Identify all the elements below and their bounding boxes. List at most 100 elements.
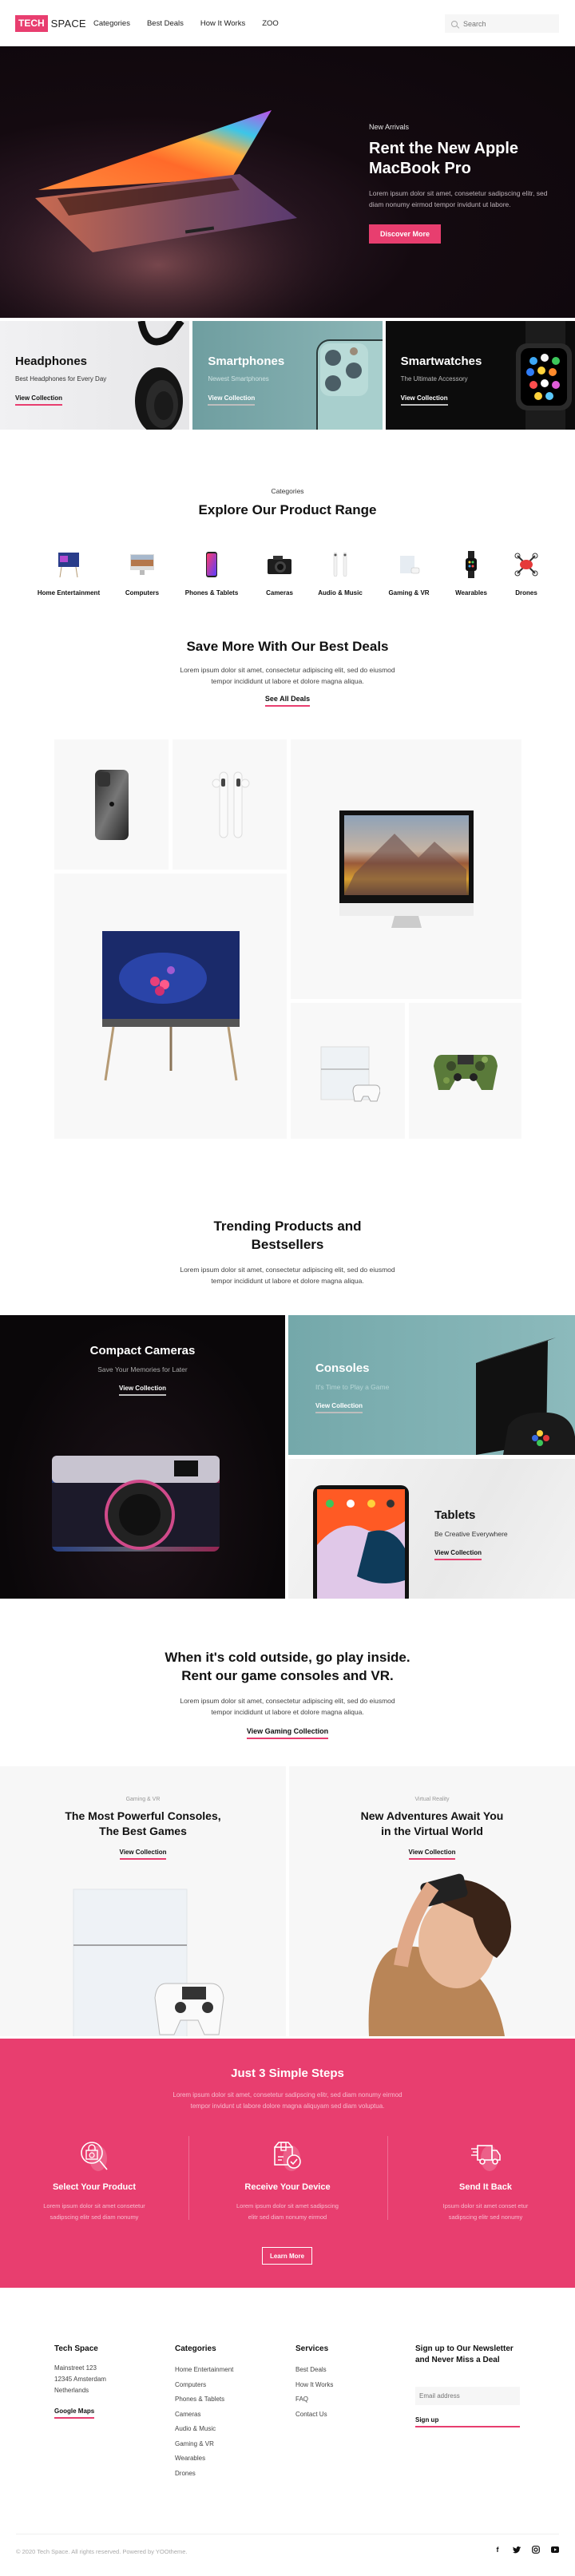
footer-link-best-deals[interactable]: Best Deals: [295, 2366, 327, 2373]
steps-list: Select Your Product Lorem ipsum dolor si…: [0, 2133, 575, 2221]
card-compact-cameras[interactable]: Compact Cameras Save Your Memories for L…: [0, 1315, 285, 1599]
trending-title: Trending Products and Bestsellers: [0, 1218, 575, 1254]
tile-subtitle: The Ultimate Accessory: [400, 375, 468, 382]
footer-link-drones[interactable]: Drones: [175, 2470, 196, 2477]
sign-up-button[interactable]: Sign up: [415, 2416, 520, 2427]
earbuds-icon: [327, 551, 354, 578]
step-send-back: Send It Back Ipsum dolor sit amet conset…: [391, 2133, 575, 2221]
copyright-text: © 2020 Tech Space. All rights reserved. …: [16, 2548, 188, 2555]
tile-smartwatches[interactable]: Smartwatches The Ultimate Accessory View…: [385, 321, 575, 430]
main-nav: Categories Best Deals How It Works ZOO: [93, 19, 279, 28]
deal-controller[interactable]: [409, 1003, 521, 1139]
airpods-image: [212, 771, 249, 838]
learn-more-button[interactable]: Learn More: [262, 2247, 312, 2265]
steps-description: Lorem ipsum dolor sit amet, consetetur s…: [172, 2091, 402, 2110]
category-home-entertainment[interactable]: Home Entertainment: [29, 551, 109, 596]
footer-link-phones-tablets[interactable]: Phones & Tablets: [175, 2396, 224, 2403]
tile-headphones[interactable]: Headphones Best Headphones for Every Day…: [0, 321, 190, 430]
steps-title: Just 3 Simple Steps: [231, 2067, 344, 2080]
logo[interactable]: TECH SPACE: [15, 15, 86, 32]
email-field[interactable]: [415, 2387, 520, 2405]
card-title-line1: The Most Powerful Consoles,: [65, 1809, 221, 1822]
category-label: Wearables: [455, 589, 487, 596]
footer-newsletter: Sign up to Our Newsletter and Never Miss…: [415, 2344, 520, 2427]
vr-person-image: [368, 1873, 511, 2036]
footer-categories-list: Home Entertainment Computers Phones & Ta…: [175, 2363, 233, 2481]
step-desc-line1: Lorem ipsum dolor sit amet consetetur: [43, 2202, 145, 2209]
newsletter-title: Sign up to Our Newsletter and Never Miss…: [415, 2344, 520, 2366]
tile-smartphones[interactable]: Smartphones Newest Smartphones View Coll…: [192, 321, 383, 430]
google-maps-link[interactable]: Google Maps: [54, 2408, 95, 2419]
footer-categories: Categories Home Entertainment Computers …: [175, 2344, 233, 2481]
deal-tv[interactable]: [54, 874, 287, 1139]
nav-best-deals[interactable]: Best Deals: [147, 19, 184, 28]
gaming-description: Lorem ipsum dolor sit amet, consectetur …: [180, 1696, 395, 1716]
footer-link-contact-us[interactable]: Contact Us: [295, 2411, 327, 2418]
footer-categories-title: Categories: [175, 2344, 216, 2353]
view-gaming-collection-link[interactable]: View Gaming Collection: [246, 1727, 329, 1739]
camera-icon: [266, 551, 293, 578]
card-consoles-content: Consoles It's Time to Play a Game View C…: [315, 1361, 389, 1413]
view-collection-link[interactable]: View Collection: [119, 1849, 167, 1860]
gaming-section-header: When it's cold outside, go play inside. …: [0, 1649, 575, 1739]
instagram-icon[interactable]: [532, 2546, 540, 2554]
view-collection-link[interactable]: View Collection: [208, 394, 256, 406]
card-subtitle: It's Time to Play a Game: [315, 1383, 390, 1391]
card-title: Consoles: [315, 1361, 370, 1375]
step-title: Receive Your Device: [244, 2182, 331, 2192]
youtube-icon[interactable]: [551, 2546, 559, 2554]
footer-link-wearables[interactable]: Wearables: [175, 2455, 205, 2462]
nav-zoo[interactable]: ZOO: [262, 19, 279, 28]
view-collection-link[interactable]: View Collection: [315, 1402, 363, 1413]
footer-link-home-entertainment[interactable]: Home Entertainment: [175, 2366, 233, 2373]
deal-airpods[interactable]: [172, 739, 287, 870]
step-description: Lorem ipsum dolor sit amet sadipscing el…: [193, 2201, 382, 2222]
card-eyebrow: Gaming & VR: [125, 1797, 161, 1802]
tile-headphones-content: Headphones Best Headphones for Every Day…: [15, 355, 106, 406]
card-title-line2: in the Virtual World: [381, 1824, 483, 1837]
deal-playstation[interactable]: [291, 1003, 405, 1139]
playstation-image: [73, 1888, 224, 2036]
search-input[interactable]: [463, 19, 551, 28]
facebook-icon[interactable]: f: [494, 2546, 502, 2554]
trending-description: Lorem ipsum dolor sit amet, consectetur …: [180, 1265, 395, 1285]
footer-link-cameras[interactable]: Cameras: [175, 2411, 200, 2418]
footer-link-audio-music[interactable]: Audio & Music: [175, 2425, 216, 2432]
card-consoles-games[interactable]: Gaming & VR The Most Powerful Consoles, …: [0, 1766, 286, 2036]
view-collection-link[interactable]: View Collection: [400, 394, 448, 406]
step-desc-line2: elitr sed diam nonumy eirmod: [248, 2213, 327, 2221]
step-title: Select Your Product: [52, 2182, 137, 2192]
category-audio-music[interactable]: Audio & Music: [300, 551, 380, 596]
site-header: TECH SPACE Categories Best Deals How It …: [0, 0, 575, 46]
view-collection-link[interactable]: View Collection: [119, 1385, 166, 1396]
footer-link-faq[interactable]: FAQ: [295, 2396, 308, 2403]
nav-categories[interactable]: Categories: [93, 19, 130, 28]
footer-link-computers[interactable]: Computers: [175, 2381, 206, 2388]
card-tablets[interactable]: Tablets Be Creative Everywhere View Coll…: [288, 1459, 575, 1599]
trending-title-line1: Trending Products and: [213, 1219, 362, 1234]
view-collection-link[interactable]: View Collection: [15, 394, 62, 406]
shopping-bag-search-icon: [78, 2139, 110, 2171]
deal-iphone[interactable]: [54, 739, 169, 870]
card-title-line1: New Adventures Await You: [360, 1809, 504, 1822]
twitter-icon[interactable]: [513, 2546, 521, 2554]
newsletter-title-line2: and Never Miss a Deal: [415, 2356, 500, 2364]
card-virtual-reality[interactable]: Virtual Reality New Adventures Await You…: [289, 1766, 575, 2036]
card-consoles[interactable]: Consoles It's Time to Play a Game View C…: [288, 1315, 575, 1455]
logo-tech: TECH: [15, 15, 48, 32]
category-computers[interactable]: Computers: [102, 551, 182, 596]
hero-banner: New Arrivals Rent the New Apple MacBook …: [0, 46, 575, 318]
category-drones[interactable]: Drones: [486, 551, 566, 596]
step-desc-line2: sadipscing elitr sed diam nonumy: [50, 2213, 139, 2221]
discover-more-button[interactable]: Discover More: [369, 224, 442, 244]
see-all-deals-link[interactable]: See All Deals: [264, 695, 311, 707]
footer-link-how-it-works[interactable]: How It Works: [295, 2381, 333, 2388]
footer-link-gaming-vr[interactable]: Gaming & VR: [175, 2440, 214, 2447]
card-title: New Adventures Await You in the Virtual …: [289, 1809, 575, 1839]
view-collection-link[interactable]: View Collection: [408, 1849, 456, 1860]
deal-imac[interactable]: [291, 739, 521, 999]
search-box[interactable]: [445, 14, 559, 33]
view-collection-link[interactable]: View Collection: [434, 1549, 482, 1560]
desktop-computer-icon: [129, 551, 156, 578]
nav-how-it-works[interactable]: How It Works: [200, 19, 245, 28]
